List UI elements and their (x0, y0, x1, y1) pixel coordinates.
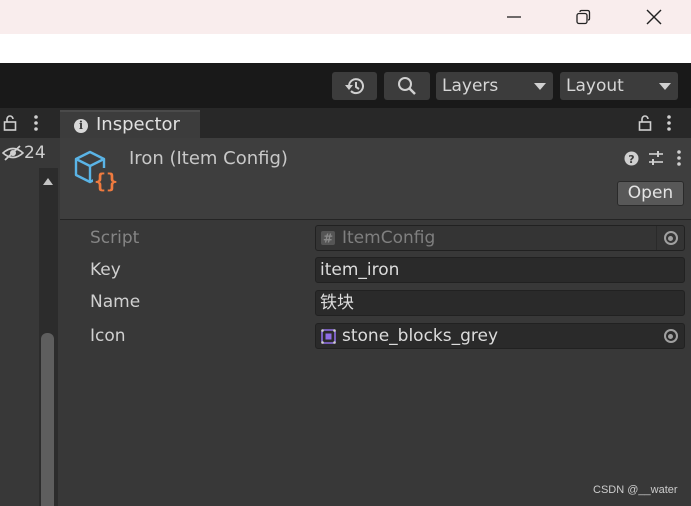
layers-dropdown[interactable]: Layers (436, 72, 553, 100)
kebab-menu-icon[interactable] (32, 114, 40, 132)
chevron-down-icon (534, 83, 546, 90)
eye-hidden-icon (2, 145, 24, 161)
preset-icon[interactable] (648, 150, 664, 166)
key-input[interactable]: item_iron (315, 257, 685, 283)
script-value: ItemConfig (342, 228, 436, 248)
icon-object-field[interactable]: stone_blocks_grey (315, 323, 685, 349)
lock-icon[interactable] (3, 115, 17, 131)
script-label: Script (90, 228, 140, 248)
target-icon (663, 329, 678, 343)
help-icon[interactable]: ? (624, 151, 639, 166)
info-icon: i (74, 119, 88, 133)
name-label: Name (90, 292, 141, 312)
scriptable-object-icon: {} (74, 150, 119, 193)
scroll-up-arrow-icon[interactable] (43, 178, 53, 185)
close-button[interactable] (631, 0, 677, 34)
window-title-bar (0, 0, 691, 34)
svg-text:{}: {} (94, 169, 118, 193)
target-icon (663, 231, 678, 245)
kebab-menu-icon[interactable] (665, 114, 673, 132)
object-picker-button[interactable] (656, 324, 684, 348)
lock-icon[interactable] (638, 115, 652, 131)
scrollbar-thumb[interactable] (41, 333, 54, 506)
layers-label: Layers (442, 76, 499, 96)
asset-title: Iron (Item Config) (129, 148, 288, 169)
close-icon (646, 9, 662, 25)
open-button[interactable]: Open (617, 181, 684, 206)
inspector-tab-label: Inspector (96, 114, 180, 135)
name-input[interactable]: 铁块 (315, 290, 685, 316)
script-field: # ItemConfig (315, 225, 685, 251)
hierarchy-tab-bar (0, 108, 58, 138)
hidden-count: 24 (24, 143, 46, 163)
history-button[interactable] (332, 72, 377, 100)
restore-icon (576, 9, 591, 25)
svg-text:#: # (323, 232, 333, 246)
hidden-objects-toggle[interactable]: 24 (0, 138, 58, 168)
chevron-down-icon (659, 83, 671, 90)
restore-button[interactable] (560, 0, 606, 34)
tab-inspector[interactable]: i Inspector (60, 110, 200, 138)
layout-dropdown[interactable]: Layout (560, 72, 678, 100)
object-picker-button (656, 226, 684, 250)
minimize-icon (507, 16, 521, 18)
script-hash-icon: # (321, 231, 335, 245)
minimize-button[interactable] (491, 0, 537, 34)
hierarchy-list (0, 168, 39, 506)
history-icon (344, 78, 364, 95)
sprite-icon (321, 329, 336, 344)
kebab-menu-icon[interactable] (675, 149, 683, 167)
layout-label: Layout (566, 76, 624, 96)
hierarchy-panel: 24 (0, 108, 58, 506)
scrollbar[interactable] (39, 168, 58, 506)
menu-strip (0, 34, 691, 63)
search-icon (398, 77, 416, 95)
svg-text:?: ? (628, 153, 634, 166)
inspector-header: {} Iron (Item Config) ? Open (60, 138, 691, 220)
editor-toolbar: Layers Layout (0, 63, 691, 108)
icon-label: Icon (90, 326, 126, 346)
icon-value: stone_blocks_grey (342, 326, 499, 346)
inspector-tab-bar: i Inspector (58, 108, 691, 138)
watermark: CSDN @__water (593, 484, 678, 496)
search-button[interactable] (384, 72, 430, 100)
key-label: Key (90, 260, 121, 280)
